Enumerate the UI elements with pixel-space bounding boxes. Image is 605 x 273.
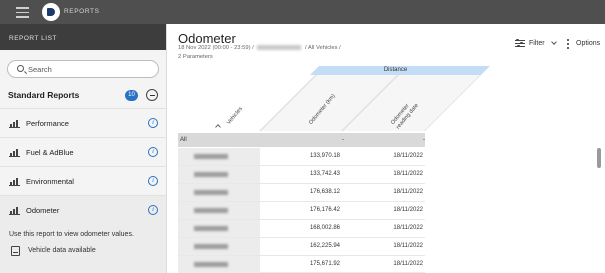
odometer-cell: 176,176.42 (309, 207, 340, 213)
sidebar-header: REPORT LIST (0, 24, 166, 50)
search-box[interactable] (7, 60, 159, 78)
info-icon[interactable]: i (148, 176, 158, 186)
table-row[interactable]: 175,671.92 18/11/2022 (178, 256, 425, 273)
redacted-text (194, 190, 228, 195)
filter-cell-date[interactable]: - (423, 133, 425, 147)
app-title: REPORTS (64, 8, 100, 15)
vehicle-data-icon (11, 246, 20, 256)
subtitle-date: 18 Nov 2022 (00:00 - 23:59) / (178, 45, 254, 52)
menu-icon[interactable] (16, 7, 29, 18)
sliders-icon (515, 38, 525, 48)
search-icon (17, 65, 24, 72)
bar-chart-icon (9, 148, 20, 157)
report-item-label: Odometer (26, 206, 60, 215)
vehicle-cell (178, 238, 260, 255)
odometer-cell: 176,638.12 (309, 189, 340, 195)
vehicle-data-label: Vehicle data available (28, 247, 96, 254)
date-cell: 18/11/2022 (393, 153, 423, 159)
vehicle-cell (178, 256, 260, 273)
table-row[interactable]: 162,225.94 18/11/2022 (178, 238, 425, 256)
odometer-cell: 162,225.94 (309, 243, 340, 249)
vehicle-cell (178, 166, 260, 183)
table-row[interactable]: 133,970.18 18/11/2022 (178, 148, 425, 166)
redacted-text (194, 154, 228, 159)
report-item-fuel-adblue[interactable]: Fuel & AdBlue i (0, 137, 166, 166)
info-icon[interactable]: i (148, 147, 158, 157)
date-cell: 18/11/2022 (393, 207, 423, 213)
report-description: Use this report to view odometer values. (9, 231, 134, 238)
vehicle-cell (178, 148, 260, 165)
search-input[interactable] (28, 64, 148, 75)
sidebar: REPORT LIST Standard Reports 10 Performa… (0, 24, 167, 273)
filter-cell-odometer[interactable]: - (342, 133, 344, 147)
page-title: Odometer (178, 31, 236, 46)
scrollbar-thumb[interactable] (597, 148, 601, 168)
odometer-cell: 175,671.92 (309, 261, 340, 267)
report-subtitle: 18 Nov 2022 (00:00 - 23:59) / / All Vehi… (178, 45, 341, 51)
vehicle-cell (178, 220, 260, 237)
redacted-text (194, 172, 228, 177)
table-row[interactable]: 176,638.12 18/11/2022 (178, 184, 425, 202)
report-item-environmental[interactable]: Environmental i (0, 166, 166, 195)
table-row[interactable]: 133,742.43 18/11/2022 (178, 166, 425, 184)
count-badge: 10 (125, 90, 138, 101)
redacted-text (194, 208, 228, 213)
chevron-down-icon (551, 39, 557, 45)
section-title: Standard Reports (8, 90, 80, 100)
filter-label: Filter (529, 40, 545, 47)
redacted-text (194, 244, 228, 249)
parameters-count: 2 Parameters (178, 54, 213, 60)
date-cell: 18/11/2022 (393, 243, 423, 249)
scrollbar-track[interactable] (596, 72, 601, 273)
report-item-label: Performance (26, 119, 69, 128)
table-row[interactable]: 168,002.86 18/11/2022 (178, 220, 425, 238)
odometer-cell: 133,970.18 (309, 153, 340, 159)
bar-chart-icon (9, 119, 20, 128)
subtitle-scope: / All Vehicles / (304, 45, 341, 52)
options-label: Options (576, 40, 601, 47)
collapse-button[interactable] (146, 89, 158, 101)
report-item-label: Environmental (26, 177, 74, 186)
odometer-cell: 133,742.43 (309, 171, 340, 177)
info-icon[interactable]: i (148, 118, 158, 128)
date-cell: 18/11/2022 (393, 261, 423, 267)
date-cell: 18/11/2022 (393, 225, 423, 231)
odometer-cell: 168,002.86 (309, 225, 340, 231)
redacted-text (194, 226, 228, 231)
table-filter-row: All - - (178, 133, 425, 147)
vehicle-cell (178, 184, 260, 201)
report-item-performance[interactable]: Performance i (0, 108, 166, 137)
redacted-text (194, 262, 228, 267)
more-vertical-icon (567, 39, 569, 49)
app-logo[interactable] (42, 3, 60, 21)
table-row[interactable]: 176,176.42 18/11/2022 (178, 202, 425, 220)
bar-chart-icon (9, 177, 20, 186)
column-group-label: Distance (383, 67, 408, 73)
bar-chart-icon (9, 206, 20, 215)
date-cell: 18/11/2022 (393, 171, 423, 177)
info-icon[interactable]: i (148, 205, 158, 215)
vehicle-cell (178, 202, 260, 219)
report-item-label: Fuel & AdBlue (26, 148, 74, 157)
redacted-text (257, 45, 302, 50)
filter-cell-vehicles[interactable]: All (180, 133, 187, 147)
top-bar: REPORTS (0, 0, 605, 24)
date-cell: 18/11/2022 (393, 189, 423, 195)
